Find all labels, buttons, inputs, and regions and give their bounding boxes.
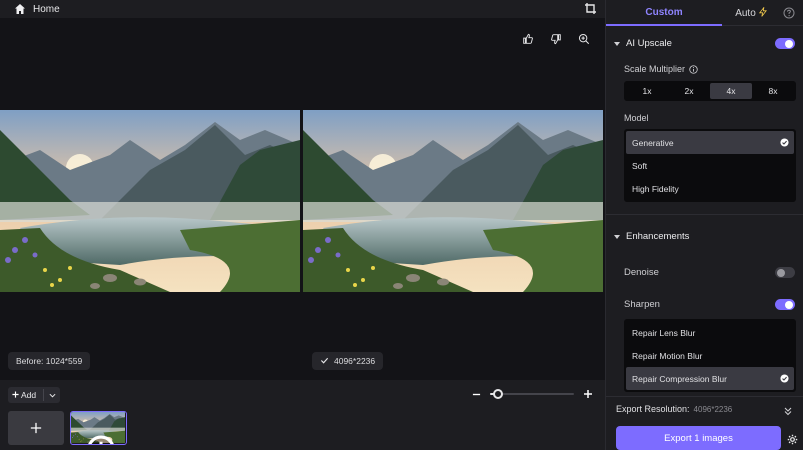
after-image xyxy=(303,110,603,292)
check-icon xyxy=(320,356,329,367)
bottom-bar: Add xyxy=(0,380,605,450)
model-option-high-fidelity[interactable]: High Fidelity xyxy=(626,177,794,200)
scale-option-2x[interactable]: 2x xyxy=(668,83,710,99)
preview-stage: Before: 1024*559 4096*2236 xyxy=(0,18,605,380)
denoise-label: Denoise xyxy=(624,267,659,278)
check-circle-icon xyxy=(780,138,789,147)
sharpen-option-label: Repair Motion Blur xyxy=(632,350,703,361)
export-resolution-value: 4096*2236 xyxy=(693,405,733,414)
tab-auto[interactable]: Auto xyxy=(722,0,780,26)
model-option-label: Soft xyxy=(632,160,648,171)
gear-icon[interactable] xyxy=(787,432,798,445)
thumbs-up-icon[interactable] xyxy=(521,32,535,46)
zoom-control xyxy=(470,388,594,400)
check-circle-icon xyxy=(780,374,789,383)
plus-icon xyxy=(12,390,19,400)
export-resolution: Export Resolution: 4096*2236 xyxy=(616,404,732,414)
sharpen-option-lens-blur[interactable]: Repair Lens Blur xyxy=(626,321,794,344)
plus-icon xyxy=(30,422,42,434)
thumbs-down-icon[interactable] xyxy=(549,32,563,46)
scale-option-1x[interactable]: 1x xyxy=(626,83,668,99)
ai-upscale-title: AI Upscale xyxy=(626,38,672,49)
model-list: Generative Soft High Fidelity xyxy=(624,129,796,202)
ai-upscale-toggle[interactable] xyxy=(775,38,795,49)
zoom-in-icon[interactable] xyxy=(577,32,591,46)
sharpen-label: Sharpen xyxy=(624,299,660,310)
caret-down-icon xyxy=(614,41,620,46)
enhancements-title: Enhancements xyxy=(626,231,690,242)
enhancements-header[interactable]: Enhancements xyxy=(614,231,689,242)
sharpen-option-label: Repair Compression Blur xyxy=(632,373,727,384)
model-option-soft[interactable]: Soft xyxy=(626,154,794,177)
top-bar: Home xyxy=(0,0,605,18)
view-toolbar xyxy=(521,32,591,46)
zoom-out-icon[interactable] xyxy=(470,388,482,400)
mode-tabs: Custom Auto xyxy=(606,0,803,26)
after-resolution-label: 4096*2236 xyxy=(334,356,376,366)
sharpen-option-compression-blur[interactable]: Repair Compression Blur xyxy=(626,367,794,390)
scale-multiplier-label-row: Scale Multiplier xyxy=(624,64,698,74)
crop-icon[interactable] xyxy=(584,2,597,15)
app-window: Home Before: 1024*559 4096*2236 Add Cust… xyxy=(0,0,803,450)
zoom-slider-handle[interactable] xyxy=(493,389,504,399)
model-label: Model xyxy=(624,113,649,123)
toggle-knob xyxy=(785,39,793,48)
image-thumbnail[interactable] xyxy=(70,411,127,445)
zoom-slider[interactable] xyxy=(490,388,574,400)
toggle-knob xyxy=(785,300,793,309)
add-image-tile[interactable] xyxy=(8,411,64,445)
scale-option-4x[interactable]: 4x xyxy=(710,83,752,99)
tab-auto-label: Auto xyxy=(735,7,756,19)
toggle-knob xyxy=(777,268,785,277)
before-image xyxy=(0,110,300,292)
home-link[interactable]: Home xyxy=(33,4,60,15)
sharpen-toggle[interactable] xyxy=(775,299,795,310)
sharpen-option-motion-blur[interactable]: Repair Motion Blur xyxy=(626,344,794,367)
settings-panel: Custom Auto AI Upscale Scale Multiplier … xyxy=(605,0,803,450)
sharpen-option-label: Repair Lens Blur xyxy=(632,327,696,338)
info-icon[interactable] xyxy=(689,64,698,74)
model-option-label: High Fidelity xyxy=(632,183,679,194)
home-icon[interactable] xyxy=(14,3,26,15)
lightning-icon xyxy=(758,5,767,20)
tab-custom[interactable]: Custom xyxy=(606,0,722,26)
caret-down-icon xyxy=(614,234,620,239)
add-button[interactable]: Add xyxy=(8,387,60,403)
scale-option-8x[interactable]: 8x xyxy=(752,83,794,99)
add-button-label: Add xyxy=(21,390,37,400)
add-button-label-wrap[interactable]: Add xyxy=(8,390,43,400)
before-resolution-label: Before: 1024*559 xyxy=(16,356,83,366)
section-divider xyxy=(606,396,803,397)
section-divider xyxy=(606,214,803,215)
zoom-in-button[interactable] xyxy=(582,388,594,400)
double-chevron-down-icon[interactable] xyxy=(783,403,793,416)
export-resolution-label: Export Resolution: xyxy=(616,404,690,414)
model-option-generative[interactable]: Generative xyxy=(626,131,794,154)
scale-multiplier-selector: 1x 2x 4x 8x xyxy=(624,81,796,101)
ai-upscale-header[interactable]: AI Upscale xyxy=(614,38,672,49)
sharpen-mode-list: Repair Lens Blur Repair Motion Blur Repa… xyxy=(624,319,796,392)
help-icon[interactable] xyxy=(783,6,795,19)
denoise-toggle[interactable] xyxy=(775,267,795,278)
chevron-down-icon[interactable] xyxy=(44,392,60,399)
before-resolution-badge: Before: 1024*559 xyxy=(8,352,91,370)
export-button[interactable]: Export 1 images xyxy=(616,426,781,450)
model-option-label: Generative xyxy=(632,137,674,148)
scale-multiplier-label: Scale Multiplier xyxy=(624,64,686,74)
clock-icon xyxy=(74,434,114,444)
after-resolution-badge: 4096*2236 xyxy=(312,352,384,370)
